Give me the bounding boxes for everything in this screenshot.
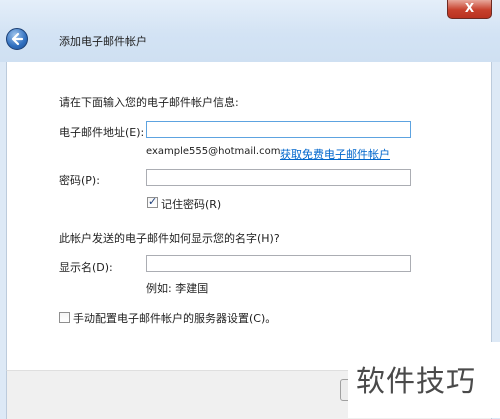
title-bar bbox=[0, 0, 500, 62]
password-label: 密码(P): bbox=[59, 174, 100, 187]
display-name-question: 此帐户发送的电子邮件如何显示您的名字(H)? bbox=[59, 232, 280, 245]
remember-password-checkbox[interactable] bbox=[147, 195, 158, 208]
email-label: 电子邮件地址(E): bbox=[59, 126, 145, 139]
display-name-field[interactable] bbox=[146, 255, 411, 272]
dialog-title: 添加电子邮件帐户 bbox=[59, 35, 147, 48]
back-arrow-icon bbox=[11, 32, 24, 46]
watermark: 软件技巧 bbox=[348, 342, 500, 418]
email-field[interactable] bbox=[146, 121, 411, 138]
get-free-account-link[interactable]: 获取免费电子邮件帐户 bbox=[280, 146, 390, 162]
intro-text: 请在下面输入您的电子邮件帐户信息: bbox=[59, 96, 239, 109]
watermark-text: 软件技巧 bbox=[356, 364, 477, 398]
password-field[interactable] bbox=[146, 169, 411, 186]
manual-config-label: 手动配置电子邮件帐户的服务器设置(C)。 bbox=[73, 312, 277, 325]
display-name-example: 例如: 李建国 bbox=[146, 282, 209, 295]
display-name-label: 显示名(D): bbox=[59, 261, 113, 274]
back-button[interactable] bbox=[6, 28, 28, 50]
close-button[interactable]: X bbox=[447, 0, 492, 19]
email-example: example555@hotmail.com bbox=[146, 146, 281, 157]
manual-config-checkbox[interactable] bbox=[59, 312, 70, 323]
remember-password-label: 记住密码(R) bbox=[161, 198, 222, 211]
